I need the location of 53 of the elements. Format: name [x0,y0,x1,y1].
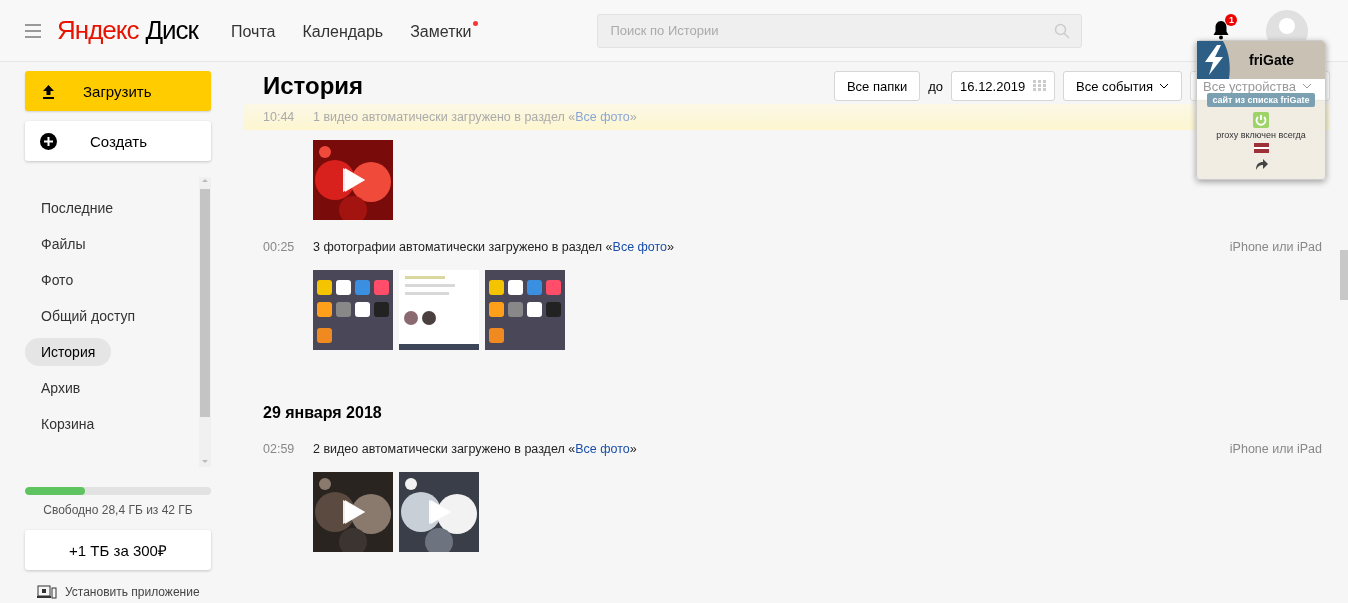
page-title: История [263,72,365,100]
date-label: до [928,78,944,94]
site-status-label: сайт из списка friGate [1207,93,1315,107]
sidebar-item[interactable]: Файлы [25,230,102,258]
devices-icon [37,585,57,599]
sidebar-item[interactable]: Общий доступ [25,302,152,330]
date-field[interactable]: 16.12.2019 [951,71,1056,101]
menu-icon[interactable] [25,23,41,38]
logo-service-name[interactable]: Диск [145,15,198,46]
nav-link[interactable]: Почта [231,20,283,41]
calendar-icon[interactable] [1033,80,1048,92]
play-icon[interactable] [343,168,365,192]
proxy-status: proxy включен всегда [1216,130,1306,140]
events-filter[interactable]: Все события [1063,71,1182,101]
event-description: 1 видео автоматически загружено в раздел «Все фото» [313,110,637,124]
nav-link[interactable]: Календарь [302,20,391,41]
storage-text: Свободно 28,4 ГБ из 42 ГБ [42,503,194,517]
caret-icon [1159,83,1169,89]
caret-icon [1302,83,1312,89]
power-icon[interactable] [1253,112,1269,128]
play-icon[interactable] [343,500,365,524]
bell-icon[interactable] [1212,19,1231,40]
plus-icon [40,132,57,150]
event-time: 10:44 [263,110,296,124]
all-photos-link[interactable]: Все фото [575,442,630,456]
event-description: 2 видео автоматически загружено в раздел «Все фото» [313,442,637,456]
upload-button[interactable]: Загрузить [25,71,211,111]
device-label: iPhone или iPad [1229,442,1322,456]
event-description: 3 фотографии автоматически загружено в раздел «Все фото» [313,240,675,254]
event-time: 02:59 [263,442,296,456]
sidebar-item[interactable]: Корзина [25,410,111,438]
arrow-icon[interactable] [1254,156,1268,170]
scrollbar[interactable] [199,177,211,467]
event-time: 00:25 [263,240,296,254]
notification-badge: 1 [1225,13,1238,26]
flag-icon[interactable] [1253,143,1269,153]
search-icon[interactable] [1054,22,1071,39]
buy-space-button[interactable]: +1 ТБ за 300₽ [25,530,211,570]
nav-link[interactable]: Заметки [410,20,479,41]
sidebar-item[interactable]: Фото [25,266,90,294]
date-heading: 29 января 2018 [262,403,383,423]
all-photos-link[interactable]: Все фото [612,240,668,254]
extension-title: friGate [1249,52,1295,68]
folders-filter[interactable]: Все папки [833,71,921,101]
sidebar-item[interactable]: История [25,338,112,366]
create-button[interactable]: Создать [25,121,211,161]
install-app-link[interactable]: Установить приложение [65,585,200,599]
search-field[interactable]: Поиск по Истории [597,13,1083,48]
device-label: iPhone или iPad [1229,240,1322,254]
sidebar-item[interactable]: Последние [25,194,129,222]
upload-icon [40,82,57,100]
sidebar-item[interactable]: Архив [25,374,97,402]
logo[interactable]: Яндекс [57,15,139,46]
